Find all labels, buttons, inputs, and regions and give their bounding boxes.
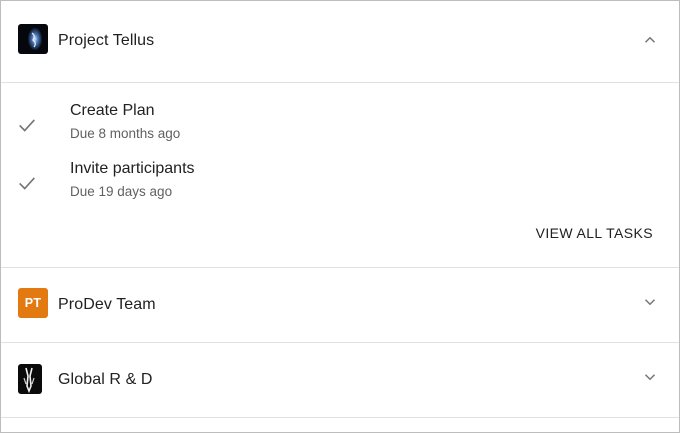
chevron-down-icon[interactable] xyxy=(641,368,659,386)
divider xyxy=(1,417,679,418)
view-all-tasks-button[interactable]: VIEW ALL TASKS xyxy=(536,223,653,243)
groups-accordion: Project Tellus Create Plan Due 8 months … xyxy=(0,0,680,433)
avatar-initials: PT xyxy=(24,296,42,310)
group-header-global-rd[interactable]: Global R & D xyxy=(1,343,679,417)
check-icon xyxy=(19,119,35,132)
project-tellus-avatar xyxy=(18,24,48,54)
divider xyxy=(1,82,679,83)
task-item[interactable]: Create Plan Due 8 months ago xyxy=(1,98,679,148)
group-header-prodev-team[interactable]: PT ProDev Team xyxy=(1,268,679,342)
chevron-down-icon[interactable] xyxy=(641,293,659,311)
group-title: ProDev Team xyxy=(58,296,156,313)
task-title: Create Plan xyxy=(70,102,155,119)
group-header-project-tellus[interactable]: Project Tellus xyxy=(1,1,679,82)
task-item[interactable]: Invite participants Due 19 days ago xyxy=(1,156,679,206)
earth-image-icon xyxy=(18,24,48,54)
prodev-team-avatar: PT xyxy=(18,288,48,318)
task-title: Invite participants xyxy=(70,160,195,177)
chevron-up-icon[interactable] xyxy=(641,31,659,49)
task-due-date: Due 8 months ago xyxy=(70,126,181,141)
check-icon xyxy=(19,177,35,190)
global-rd-avatar xyxy=(18,364,42,394)
group-title: Global R & D xyxy=(58,371,153,388)
rocket-image-icon xyxy=(18,364,42,394)
task-due-date: Due 19 days ago xyxy=(70,184,173,199)
group-title: Project Tellus xyxy=(58,32,155,49)
